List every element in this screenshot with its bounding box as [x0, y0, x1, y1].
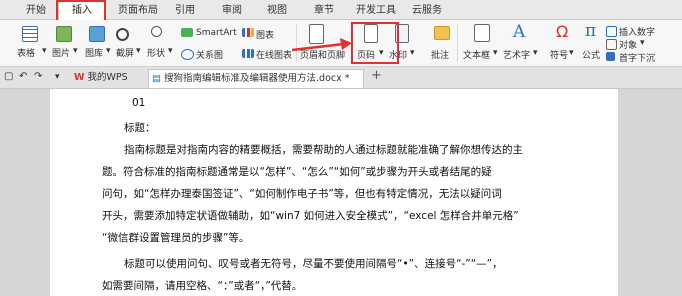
wps-logo-icon: W — [74, 72, 85, 83]
chevron-down-icon: ▾ — [136, 46, 141, 56]
doc-line-7: “微信群设置管理员的步骤”等。 — [102, 232, 250, 244]
doc-line-2: 标题： — [124, 122, 156, 134]
tab-page-layout[interactable]: 页面布局 — [118, 3, 158, 19]
chart-icon — [242, 28, 254, 37]
document-page: 01 标题： 指南标题是对指南内容的精要概括，需要帮助的人通过标题就能准确了解你… — [50, 89, 618, 296]
online-chart-icon — [242, 49, 254, 58]
redo-icon[interactable]: ↷ — [34, 71, 42, 82]
object-icon — [606, 39, 617, 50]
tab-home[interactable]: 开始 — [26, 3, 46, 19]
tab-view[interactable]: 视图 — [267, 3, 287, 19]
document-tab-bar: ▢ ↶ ↷ ▾ W 我的WPS ▤ 搜狗指南编辑标准及编辑器使用方法.docx … — [0, 67, 682, 89]
document-title: 搜狗指南编辑标准及编辑器使用方法.docx * — [164, 73, 350, 84]
omega-icon: Ω — [556, 22, 569, 41]
doc-line-5: 问句，如“怎样办理泰国签证”、“如何制作电子书”等，但也有特定情况，无法以疑问词 — [102, 188, 502, 200]
page-number-highlight — [351, 22, 399, 64]
chevron-down-icon[interactable]: ▾ — [55, 72, 60, 82]
new-tab-button[interactable]: + — [371, 68, 382, 83]
smartart-label: SmartArt — [196, 28, 237, 38]
chevron-down-icon: ▾ — [493, 48, 498, 58]
tab-developer[interactable]: 开发工具 — [356, 3, 396, 19]
object-label: 对象 — [619, 41, 638, 51]
pi-icon: π — [585, 21, 597, 41]
chart-label: 图表 — [256, 31, 275, 41]
wordart-label: 艺术字 — [503, 51, 531, 61]
chevron-down-icon: ▾ — [73, 46, 78, 56]
dropcap-label: 首字下沉 — [619, 54, 656, 64]
relation-icon — [181, 49, 194, 60]
tab-review[interactable]: 审阅 — [222, 3, 242, 19]
picture-label: 图片 — [52, 49, 71, 59]
formula-label: 公式 — [582, 51, 601, 61]
shape-icon — [151, 26, 162, 37]
doc-icon: ▤ — [152, 73, 161, 84]
tab-current-document[interactable]: ▤ 搜狗指南编辑标准及编辑器使用方法.docx * — [148, 69, 364, 88]
gallery-label: 图库 — [85, 49, 104, 59]
doc-line-8: 标题可以使用问句、叹号或者无符号，尽量不要使用间隔号“•”、连接号“-”“—”， — [124, 258, 503, 270]
doc-line-9: 如需要间隔，请用空格、“：”或者“，”代替。 — [102, 280, 303, 292]
tab-cloud[interactable]: 云服务 — [412, 3, 442, 19]
chevron-down-icon: ▾ — [533, 48, 538, 58]
chevron-down-icon: ▾ — [42, 46, 47, 56]
chevron-down-icon: ▾ — [106, 46, 111, 56]
chevron-down-icon: ▾ — [168, 46, 173, 56]
wordart-icon: A — [513, 22, 526, 42]
insert-number-label: 插入数字 — [619, 28, 656, 38]
chevron-down-icon: ▾ — [569, 48, 574, 58]
shape-label: 形状 — [147, 49, 166, 59]
my-wps-label: 我的WPS — [87, 72, 128, 83]
tab-chapter[interactable]: 章节 — [314, 3, 334, 19]
symbol-label: 符号 — [550, 51, 569, 61]
relation-label: 关系图 — [196, 51, 224, 61]
textbox-icon — [474, 24, 490, 42]
dropcap-icon — [606, 52, 615, 61]
online-chart-label: 在线图表 — [256, 51, 293, 61]
chevron-down-icon: ▾ — [410, 48, 415, 58]
gallery-icon — [89, 26, 105, 42]
new-doc-icon[interactable]: ▢ — [4, 71, 13, 82]
scissors-icon — [116, 28, 129, 41]
undo-icon[interactable]: ↶ — [19, 71, 27, 82]
tab-references[interactable]: 引用 — [175, 3, 195, 19]
screenshot-label: 截屏 — [116, 49, 135, 59]
picture-icon — [56, 26, 72, 42]
tab-my-wps[interactable]: W 我的WPS — [70, 69, 146, 87]
ribbon-separator — [457, 24, 458, 62]
table-icon — [22, 26, 38, 42]
doc-line-3: 指南标题是对指南内容的精要概括，需要帮助的人通过标题就能准确了解你想传达的主 — [124, 144, 523, 156]
chevron-down-icon: ▾ — [640, 38, 645, 48]
doc-line-1: 01 — [132, 97, 146, 109]
smartart-icon — [181, 28, 193, 37]
arrow-annotation — [291, 38, 352, 52]
comment-icon — [434, 26, 450, 40]
doc-line-4: 题。符合标准的指南标题通常是以“怎样”、“怎么”“如何”或步骤为开头或者结尾的疑 — [102, 166, 492, 178]
table-label: 表格 — [17, 49, 36, 59]
comment-label: 批注 — [431, 51, 450, 61]
insert-number-icon — [606, 26, 617, 37]
doc-line-6: 开头，需要添加特定状语做辅助，如“win7 如何进入安全模式”，“excel 怎… — [102, 210, 519, 222]
textbox-label: 文本框 — [463, 51, 491, 61]
